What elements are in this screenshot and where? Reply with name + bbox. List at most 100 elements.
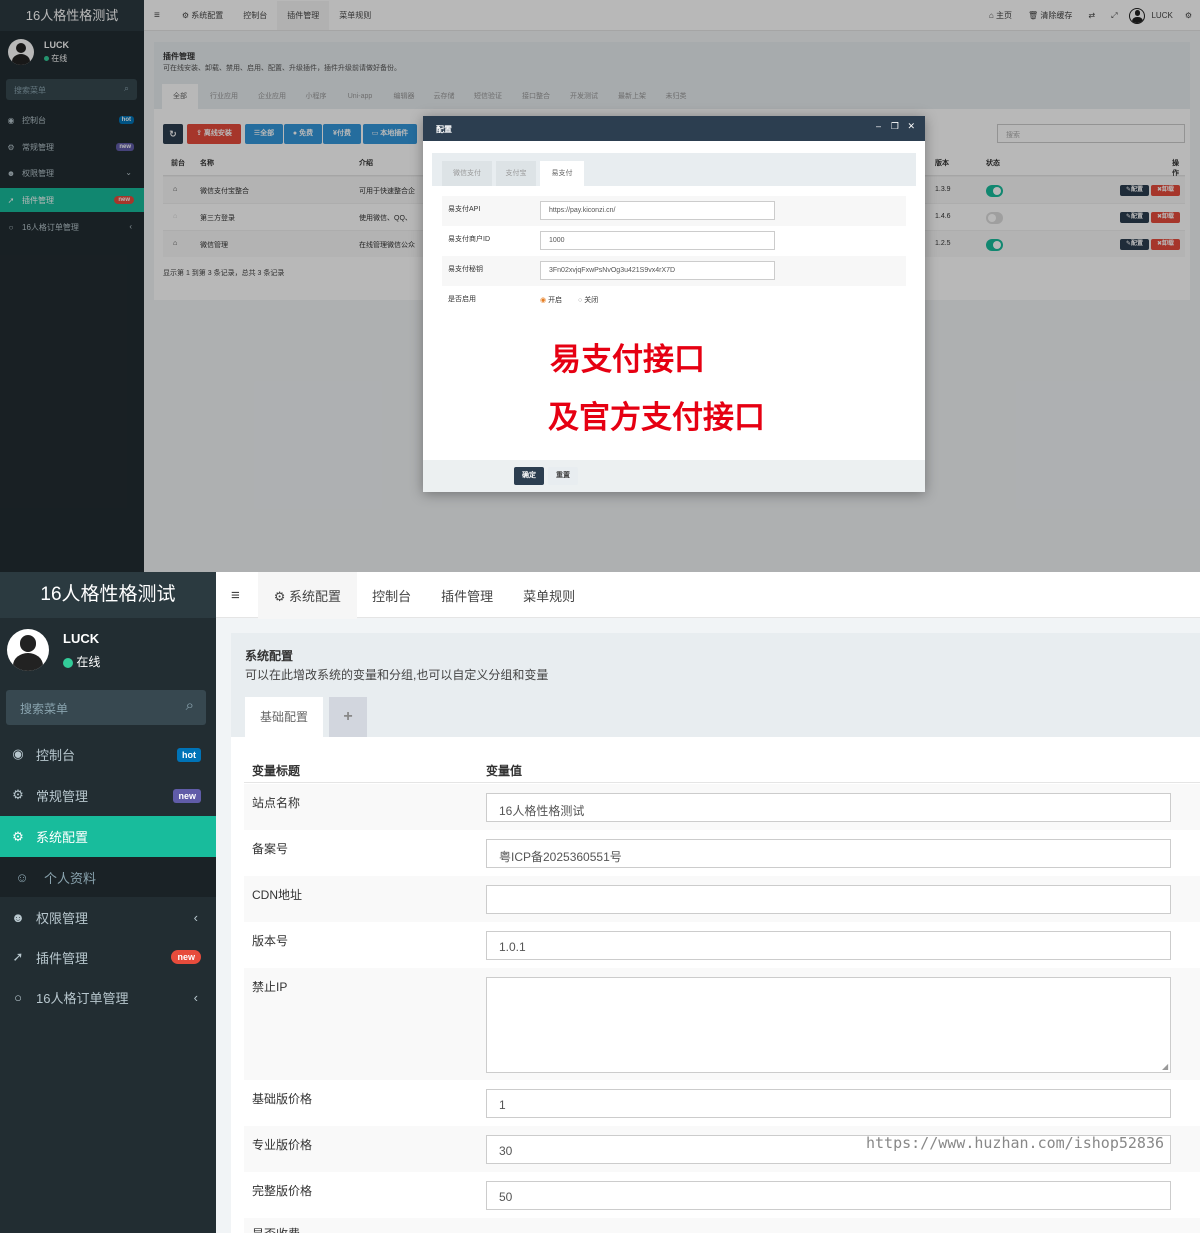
sidebar-item-auth[interactable]: ☻ 权限管理 ‹ <box>0 898 216 936</box>
sidebar-item-label: 控制台 <box>36 747 76 763</box>
field-label: 易支付API <box>448 206 481 213</box>
tab-label: 系统配置 <box>289 588 342 604</box>
site-name-input[interactable]: 16人格性格测试 <box>486 793 1171 822</box>
user-icon: ☺ <box>15 869 29 885</box>
field-label: 易支付商户ID <box>448 236 490 243</box>
reset-button[interactable]: 重置 <box>548 467 578 485</box>
tab-basic-config[interactable]: 基础配置 <box>245 697 323 737</box>
resize-handle-icon[interactable]: ◢ <box>1162 1062 1168 1071</box>
radio-checked-icon: ◉ <box>540 297 547 304</box>
tab-dashboard[interactable]: 控制台 <box>357 572 426 619</box>
user-panel: LUCK 在线 <box>0 618 216 686</box>
chevron-left-icon: ‹ <box>193 910 198 925</box>
sidebar: 16人格性格测试 LUCK 在线 搜索菜单 ⌕ ◉ 控制台 hot ⚙ 常规管理 n… <box>0 572 216 1233</box>
menu-toggle-icon[interactable]: ≡ <box>231 587 258 604</box>
cogs-icon: ⚙ <box>12 787 24 802</box>
sidebar-item-general[interactable]: ⚙ 常规管理 new <box>0 776 216 814</box>
icp-number-input[interactable]: 粤ICP备2025360551号 <box>486 839 1171 868</box>
full-price-input[interactable]: 50 <box>486 1181 1171 1210</box>
tab-system-config[interactable]: ⚙ 系统配置 <box>257 572 358 619</box>
system-config-screen: 16人格性格测试 LUCK 在线 搜索菜单 ⌕ ◉ 控制台 hot ⚙ 常规管理 n… <box>0 572 1200 1233</box>
close-icon[interactable]: ✕ <box>907 121 915 132</box>
config-table: 变量标题 变量值 站点名称 16人格性格测试 备案号 粤ICP备20253605… <box>244 751 1200 1233</box>
circle-icon: ○ <box>14 989 22 1005</box>
online-dot-icon <box>63 657 73 668</box>
chevron-left-icon: ‹ <box>193 990 198 1005</box>
row-label: 站点名称 <box>252 796 301 810</box>
radio-enable-off[interactable]: ○ 关闭 <box>578 295 598 305</box>
watermark-text: https://www.huzhan.com/ishop52836 <box>866 1134 1165 1152</box>
sidebar-item-orders[interactable]: ○ 16人格订单管理 ‹ <box>0 978 216 1016</box>
radio-unchecked-icon: ○ <box>578 297 583 304</box>
promo-text-line2: 及官方支付接口 <box>548 400 765 436</box>
epay-api-input[interactable]: https://pay.kiconzi.cn/ <box>540 201 775 220</box>
row-label: 专业版价格 <box>252 1138 313 1152</box>
modal-title: 配置 <box>436 125 452 134</box>
tab-wechat-pay[interactable]: 微信支付 <box>442 161 492 186</box>
promo-text-line1: 易支付接口 <box>550 342 705 378</box>
gear-icon: ⚙ <box>12 828 24 844</box>
minimize-icon[interactable]: – <box>876 121 881 131</box>
panel-title: 系统配置 <box>245 649 294 663</box>
basic-price-input[interactable]: 1 <box>486 1089 1171 1118</box>
row-label: 版本号 <box>252 934 289 948</box>
sidebar-item-system-config[interactable]: ⚙ 系统配置 <box>0 816 216 857</box>
row-label: 基础版价格 <box>252 1092 313 1106</box>
app-logo[interactable]: 16人格性格测试 <box>0 572 216 618</box>
config-modal: 配置 – ❐ ✕ 微信支付 支付宝 易支付 易支付API https://pay… <box>423 116 925 492</box>
sidebar-item-label: 插件管理 <box>36 950 89 966</box>
col-variable-value: 变量值 <box>486 764 523 778</box>
forbidden-ip-textarea[interactable] <box>486 977 1171 1073</box>
top-navbar: ≡ ⚙ 系统配置 控制台 插件管理 菜单规则 <box>216 572 1200 619</box>
merchant-id-input[interactable]: 1000 <box>540 231 775 250</box>
table-row: CDN地址 <box>244 876 1200 922</box>
sidebar-item-label: 个人资料 <box>44 870 97 886</box>
tab-plugins[interactable]: 插件管理 <box>426 572 508 619</box>
form-row: 易支付API https://pay.kiconzi.cn/ <box>442 196 906 226</box>
plugin-management-screen: 16人格性格测试 LUCK 在线 搜索菜单 ⌕ ◉ 控制台 hot ⚙ 常规管理 n… <box>0 0 1200 572</box>
radio-label: 关闭 <box>584 297 599 304</box>
modal-footer: 确定 重置 <box>423 460 925 492</box>
user-name: LUCK <box>63 631 100 646</box>
row-label: 备案号 <box>252 842 289 856</box>
users-icon: ☻ <box>11 909 25 925</box>
tab-epay[interactable]: 易支付 <box>540 161 584 186</box>
row-label: CDN地址 <box>252 888 302 902</box>
radio-label: 开启 <box>548 297 563 304</box>
radio-enable-on[interactable]: ◉ 开启 <box>540 295 562 305</box>
maximize-icon[interactable]: ❐ <box>891 121 899 132</box>
sidebar-item-dashboard[interactable]: ◉ 控制台 hot <box>0 735 216 773</box>
row-label: 禁止IP <box>252 980 288 994</box>
hot-badge: hot <box>177 748 201 762</box>
menu-search-input[interactable]: 搜索菜单 ⌕ <box>6 690 206 725</box>
table-row: 完整版价格 50 <box>244 1172 1200 1218</box>
version-input[interactable]: 1.0.1 <box>486 931 1171 960</box>
sidebar-item-profile[interactable]: ☺ 个人资料 <box>0 857 216 897</box>
sidebar-item-plugins[interactable]: ➚ 插件管理 new <box>0 938 216 976</box>
modal-header: 配置 – ❐ ✕ <box>423 116 925 141</box>
cdn-url-input[interactable] <box>486 885 1171 914</box>
user-status: 在线 <box>63 653 100 670</box>
search-placeholder: 搜索菜单 <box>20 702 69 716</box>
tab-menu-rules[interactable]: 菜单规则 <box>508 572 590 619</box>
modal-tabs-bar: 微信支付 支付宝 易支付 <box>432 153 916 186</box>
col-variable-title: 变量标题 <box>252 764 301 778</box>
new-badge: new <box>173 789 201 803</box>
table-row: 是否收费 <box>244 1218 1200 1233</box>
status-text: 在线 <box>76 655 101 669</box>
avatar <box>7 629 49 671</box>
secret-key-input[interactable]: 3Fn02xvjqFxwPsNvOg3u421S9vx4rX7D <box>540 261 775 280</box>
dashboard-icon: ◉ <box>12 746 24 761</box>
gear-icon: ⚙ <box>273 588 286 604</box>
confirm-button[interactable]: 确定 <box>514 467 544 485</box>
sidebar-item-label: 常规管理 <box>36 788 89 804</box>
add-tab-button[interactable]: + <box>329 697 367 737</box>
tab-alipay[interactable]: 支付宝 <box>496 161 536 186</box>
table-row: 站点名称 16人格性格测试 <box>244 784 1200 830</box>
sidebar-item-label: 权限管理 <box>36 910 89 926</box>
field-label: 是否启用 <box>448 296 476 303</box>
sidebar-item-label: 系统配置 <box>36 830 89 845</box>
form-row: 易支付商户ID 1000 <box>442 226 906 256</box>
config-tabs: 基础配置 + <box>245 697 367 737</box>
panel-header: 系统配置 可以在此增改系统的变量和分组,也可以自定义分组和变量 基础配置 + <box>231 633 1200 737</box>
